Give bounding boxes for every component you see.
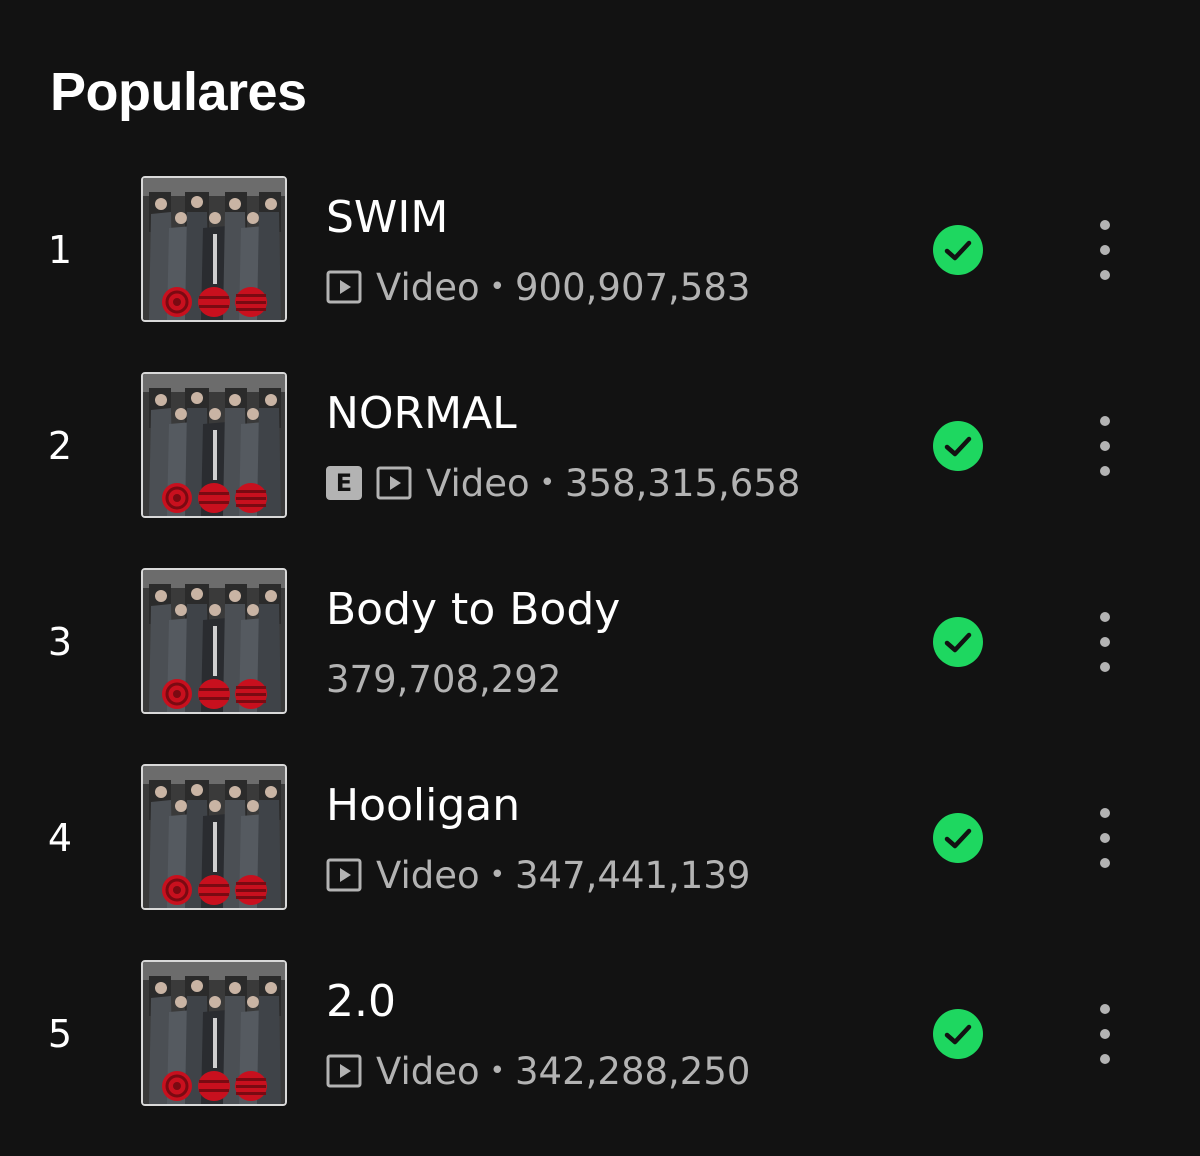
- video-play-icon: [376, 466, 412, 500]
- track-row-4[interactable]: 4 Hooligan Video • 347,441,139: [0, 764, 1200, 960]
- more-dot: [1100, 612, 1110, 622]
- more-vertical-icon[interactable]: [1085, 808, 1125, 868]
- more-dot: [1100, 1004, 1110, 1014]
- track-rank: 1: [47, 228, 73, 272]
- track-title[interactable]: SWIM: [326, 190, 448, 246]
- track-meta: 379,708,292: [326, 654, 561, 704]
- more-dot: [1100, 245, 1110, 255]
- track-row-3[interactable]: 3 Body to Body 379,708,292: [0, 568, 1200, 764]
- check-circle-icon[interactable]: [932, 812, 984, 864]
- track-row-2[interactable]: 2 NORMAL E Video • 358,315,658: [0, 372, 1200, 568]
- meta-separator: •: [489, 272, 506, 302]
- track-title[interactable]: Body to Body: [326, 582, 620, 638]
- play-count: 900,907,583: [515, 265, 751, 309]
- video-play-icon: [326, 270, 362, 304]
- check-circle-icon[interactable]: [932, 224, 984, 276]
- explicit-badge: E: [326, 466, 362, 500]
- more-dot: [1100, 637, 1110, 647]
- play-count: 342,288,250: [515, 1049, 751, 1093]
- section-title: Populares: [50, 62, 307, 122]
- more-vertical-icon[interactable]: [1085, 612, 1125, 672]
- more-vertical-icon[interactable]: [1085, 220, 1125, 280]
- video-label: Video: [376, 265, 480, 309]
- album-cover: [141, 568, 287, 714]
- more-dot: [1100, 808, 1110, 818]
- track-meta: Video • 342,288,250: [326, 1046, 750, 1096]
- meta-separator: •: [489, 860, 506, 890]
- video-play-icon: [326, 858, 362, 892]
- play-count: 347,441,139: [515, 853, 751, 897]
- popular-tracks-list: 1 SWIM Video • 900,907,583 2 NORMAL E Vi…: [0, 176, 1200, 1156]
- video-label: Video: [426, 461, 530, 505]
- track-meta: Video • 347,441,139: [326, 850, 750, 900]
- play-count: 379,708,292: [326, 657, 562, 701]
- track-rank: 2: [47, 424, 73, 468]
- more-vertical-icon[interactable]: [1085, 416, 1125, 476]
- track-meta: Video • 900,907,583: [326, 262, 750, 312]
- more-dot: [1100, 833, 1110, 843]
- check-circle-icon[interactable]: [932, 420, 984, 472]
- check-circle-icon[interactable]: [932, 1008, 984, 1060]
- more-dot: [1100, 441, 1110, 451]
- more-dot: [1100, 662, 1110, 672]
- more-dot: [1100, 416, 1110, 426]
- track-title[interactable]: NORMAL: [326, 386, 517, 442]
- play-count: 358,315,658: [565, 461, 801, 505]
- track-rank: 5: [47, 1012, 73, 1056]
- album-cover: [141, 960, 287, 1106]
- more-dot: [1100, 858, 1110, 868]
- check-circle-icon[interactable]: [932, 616, 984, 668]
- track-title[interactable]: Hooligan: [326, 778, 520, 834]
- album-cover: [141, 764, 287, 910]
- more-vertical-icon[interactable]: [1085, 1004, 1125, 1064]
- meta-separator: •: [539, 468, 556, 498]
- track-title[interactable]: 2.0: [326, 974, 396, 1030]
- video-label: Video: [376, 853, 480, 897]
- track-meta: E Video • 358,315,658: [326, 458, 800, 508]
- more-dot: [1100, 220, 1110, 230]
- video-label: Video: [376, 1049, 480, 1093]
- track-rank: 4: [47, 816, 73, 860]
- track-row-1[interactable]: 1 SWIM Video • 900,907,583: [0, 176, 1200, 372]
- meta-separator: •: [489, 1056, 506, 1086]
- more-dot: [1100, 466, 1110, 476]
- album-cover: [141, 176, 287, 322]
- track-rank: 3: [47, 620, 73, 664]
- album-cover: [141, 372, 287, 518]
- more-dot: [1100, 270, 1110, 280]
- video-play-icon: [326, 1054, 362, 1088]
- more-dot: [1100, 1054, 1110, 1064]
- track-row-5[interactable]: 5 2.0 Video • 342,288,250: [0, 960, 1200, 1156]
- more-dot: [1100, 1029, 1110, 1039]
